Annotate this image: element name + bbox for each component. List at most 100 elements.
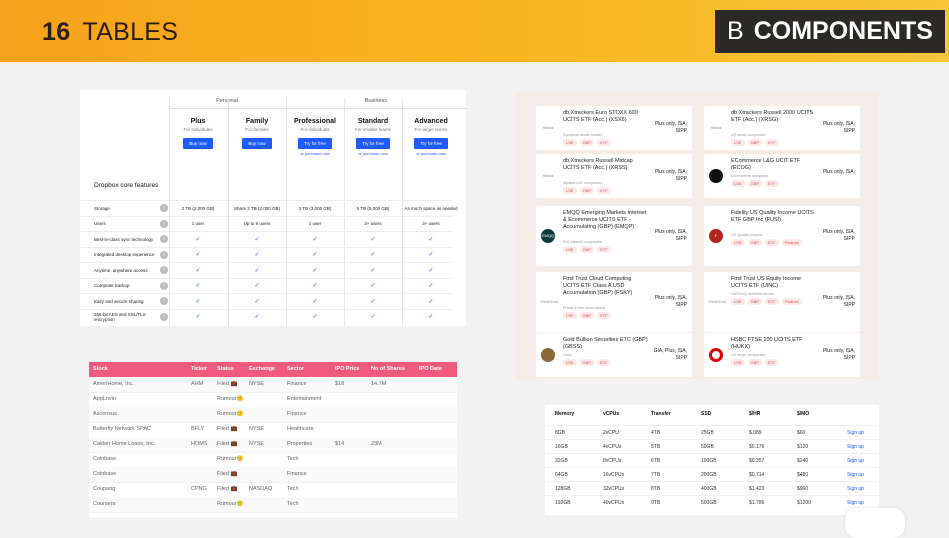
etf-card[interactable]: EMQQ EMQQ Emerging Markets Internet & Eco… (536, 206, 692, 266)
ipo-cell: Caliber Home Loans, Inc. (93, 441, 156, 447)
etf-card[interactable]: FirstTrust First Trust Cloud Computing UC… (536, 272, 692, 332)
feature-label: Best-in-class sync technology (94, 236, 154, 242)
fund-tags: LSE GBP ETF (731, 139, 779, 146)
etf-card[interactable]: FirstTrust First Trust US Equity Income U… (704, 272, 860, 332)
ipo-column-header[interactable]: Exchange (249, 366, 275, 372)
hosting-cell: 2vCPU (603, 430, 619, 436)
info-icon[interactable]: i (160, 235, 168, 243)
plan-name: Advanced (414, 118, 448, 125)
ipo-cell: Filed 💼 (217, 486, 238, 492)
hosting-cell: $1.786 (749, 500, 765, 506)
hosting-cell: 9TB (651, 500, 661, 506)
hosting-pricing-table: Memory vCPUs Transfer SSD $/HR $/MO 8GB 2vCPU 4T… (545, 405, 879, 515)
check-icon: ✓ (428, 267, 434, 274)
ipo-column-header[interactable]: Sector (287, 366, 304, 372)
check-icon: ✓ (370, 236, 376, 243)
plan-cta-button[interactable]: Buy now (242, 138, 272, 149)
info-icon[interactable]: i (160, 219, 168, 228)
info-icon[interactable]: i (160, 266, 168, 274)
etf-card[interactable]: ECommerce L&G UCIT ETF (ECOG) Ecommerce c… (704, 154, 860, 198)
hosting-cell: $1200 (797, 500, 811, 506)
plan-cta-button[interactable]: Try for free (298, 138, 332, 149)
check-icon: ✓ (312, 252, 318, 258)
sign-up-link[interactable]: Sign up (847, 486, 864, 492)
plan-cta-button[interactable]: Try for free (356, 138, 390, 149)
ipo-cell: 23M (371, 441, 382, 447)
feature-row: Easy and secure sharing i ✓ ✓ ✓ ✓ ✓ (80, 293, 452, 308)
hosting-table-row: 128GB 32vCPUs 8TB 400GB $1.423 $960 Sign up (545, 481, 879, 495)
info-icon[interactable]: i (160, 297, 168, 305)
purchase-link[interactable]: or purchase now (402, 151, 460, 156)
fund-description: US Quality Income (731, 233, 763, 237)
ipo-column-header[interactable]: IPO Price (335, 366, 359, 372)
ipo-cell: Tech (287, 456, 299, 462)
hosting-table-row: 32GB 8vCPUs 6TB 100GB $0.357 $240 Sign up (545, 453, 879, 467)
plan-cta-button[interactable]: Try for free (414, 138, 448, 149)
sign-up-link[interactable]: Sign up (847, 500, 864, 506)
ipo-column-header[interactable]: Ticker (191, 366, 207, 372)
purchase-link[interactable]: or purchase now (344, 151, 402, 156)
purchase-link[interactable]: or purchase now (286, 151, 344, 156)
fund-name: HSBC FTSE 100 UCITS ETF (HUKX) (731, 337, 803, 350)
check-icon: ✓ (254, 314, 260, 320)
plan-column: Standard For smaller teams Try for free or … (344, 118, 402, 156)
fund-tags: LSE GBP ETF (563, 312, 611, 319)
check-icon: ✓ (312, 314, 318, 320)
hosting-column-header: $/HR (749, 411, 761, 417)
hosting-cell: 50GB (701, 444, 714, 450)
feature-value: As much space as needed (404, 205, 458, 211)
ipo-column-header[interactable]: IPO Date (419, 366, 442, 372)
tag-badge: GBP (747, 239, 763, 246)
tag-badge: ETF (765, 239, 779, 246)
etf-card[interactable]: Xtrack db Xtrackers Euro STOXX 600 UCITS … (536, 106, 692, 150)
tag-badge: GBP (747, 359, 763, 366)
tag-badge: GBP (579, 246, 595, 253)
hosting-cell: 192GB (555, 500, 571, 506)
fund-logo (541, 348, 555, 362)
check-icon: ✓ (254, 298, 260, 305)
ipo-cell: CPNG (191, 486, 207, 492)
ipo-cell: Coinbase (93, 471, 117, 477)
ipo-column-header[interactable]: No of Shares (371, 366, 405, 372)
ipo-cell: Properties (287, 441, 313, 447)
info-icon[interactable]: i (160, 312, 168, 321)
sign-up-link[interactable]: Sign up (847, 472, 864, 478)
ipo-cell: Filed 💼 (217, 381, 238, 387)
ipo-column-header[interactable]: Stock (93, 366, 108, 372)
tag-badge: ETF (597, 187, 611, 194)
fund-name: First Trust US Equity Income UCITS ETF (… (731, 276, 801, 289)
ipo-cell: NYSE (249, 426, 264, 432)
info-icon[interactable]: i (160, 281, 168, 290)
section-number: 16 (42, 18, 71, 46)
ipo-cell: $18 (335, 381, 345, 387)
category-badge: B COMPONENTS (715, 10, 945, 53)
plan-cta-button[interactable]: Buy now (183, 138, 213, 149)
ipo-cell: BFLY (191, 426, 205, 432)
feature-label: 256-bit AES and SSL/TLS encryption (94, 311, 146, 322)
ipo-column-header[interactable]: Status (217, 366, 234, 372)
sign-up-link[interactable]: Sign up (847, 430, 864, 436)
feature-row: Storage i 2 TB (2,000 GB) Share 2 TB (2,000… (80, 200, 458, 215)
etf-card[interactable]: F Fidelity US Quality Income UCITS ETF GB… (704, 206, 860, 266)
info-icon[interactable]: i (160, 204, 168, 212)
etf-card[interactable]: Gold Bullion Securities ETC (GBP) (GBSS)… (536, 333, 692, 377)
tag-badge: LSE (731, 239, 745, 246)
etf-card[interactable]: Xtrack db Xtrackers Russell Midcap UCITS … (536, 154, 692, 198)
hosting-cell: 25GB (701, 430, 714, 436)
tag-badge: Finance (781, 298, 802, 305)
account-availability: Plus only, ISA, SIPP (822, 121, 855, 134)
sign-up-link[interactable]: Sign up (847, 444, 864, 450)
check-icon: ✓ (312, 236, 318, 243)
hosting-table-row: 192GB 40vCPUs 9TB 500GB $1.786 $1200 Sign up (545, 495, 879, 509)
hosting-cell: $60 (797, 430, 806, 436)
hosting-column-header: SSD (701, 411, 712, 417)
info-icon[interactable]: i (160, 250, 168, 259)
etf-card[interactable]: HSBC FTSE 100 UCITS ETF (HUKX) UK large c… (704, 333, 860, 377)
hosting-cell: 7TB (651, 472, 661, 478)
fund-logo: FirstTrust (541, 299, 558, 304)
etf-card-grid: Xtrack db Xtrackers Euro STOXX 600 UCITS … (516, 92, 879, 379)
sign-up-link[interactable]: Sign up (847, 458, 864, 464)
badge-label: COMPONENTS (753, 17, 933, 45)
etf-card[interactable]: Xtrack db Xtrackers Russell 2000 UCITS ET… (704, 106, 860, 150)
feature-row: Best-in-class sync technology i ✓ ✓ ✓ ✓ ✓ (80, 231, 452, 246)
